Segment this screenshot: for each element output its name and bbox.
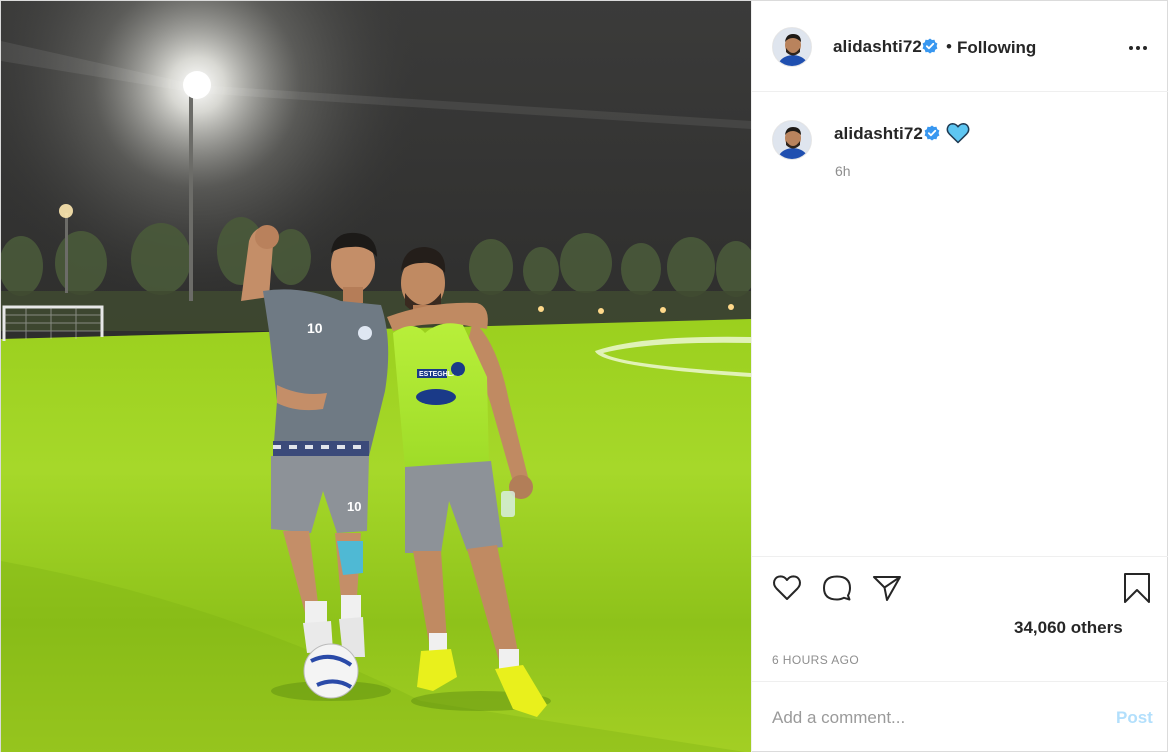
caption-username-link[interactable]: alidashti72: [834, 124, 923, 144]
photo-image: 10 10 ESTEGHLAL: [1, 1, 751, 752]
svg-text:10: 10: [307, 320, 323, 336]
avatar[interactable]: [772, 27, 812, 67]
avatar-image: [773, 28, 811, 66]
comment-button[interactable]: [821, 572, 853, 604]
likes-count[interactable]: 34,060 others: [1014, 618, 1123, 638]
share-button[interactable]: [871, 572, 903, 604]
separator-dot: •: [946, 37, 952, 56]
verified-badge-icon: [922, 38, 938, 54]
caption-time[interactable]: 6h: [835, 163, 851, 179]
post-header: alidashti72 • Following: [752, 1, 1168, 92]
more-options-icon[interactable]: [1126, 36, 1150, 60]
post-timestamp[interactable]: 6 HOURS AGO: [772, 653, 859, 667]
post-viewer: 10 10 ESTEGHLAL alidashti72 • Following …: [0, 0, 1168, 752]
following-button[interactable]: Following: [957, 38, 1036, 58]
avatar-image: [773, 121, 811, 159]
username-link[interactable]: alidashti72: [833, 37, 922, 57]
comment-bubble-icon: [823, 575, 851, 601]
save-button[interactable]: [1121, 572, 1153, 604]
action-bar: 34,060 others 6 HOURS AGO: [752, 556, 1168, 681]
bookmark-icon: [1124, 573, 1150, 603]
heart-outline-icon: [773, 575, 801, 600]
post-comment-button[interactable]: Post: [1116, 708, 1153, 728]
post-sidebar: alidashti72 • Following alidashti72 6h 3…: [751, 1, 1168, 752]
svg-text:10: 10: [347, 499, 361, 514]
caption-area: alidashti72 6h: [752, 92, 1168, 556]
comment-form: Post: [752, 681, 1168, 752]
blue-heart-emoji-icon: [946, 122, 970, 144]
caption-avatar[interactable]: [772, 120, 812, 160]
paper-plane-icon: [873, 576, 901, 601]
like-button[interactable]: [771, 572, 803, 604]
comment-input[interactable]: [772, 706, 1092, 730]
post-photo[interactable]: 10 10 ESTEGHLAL: [1, 1, 751, 752]
verified-badge-icon: [924, 125, 940, 141]
